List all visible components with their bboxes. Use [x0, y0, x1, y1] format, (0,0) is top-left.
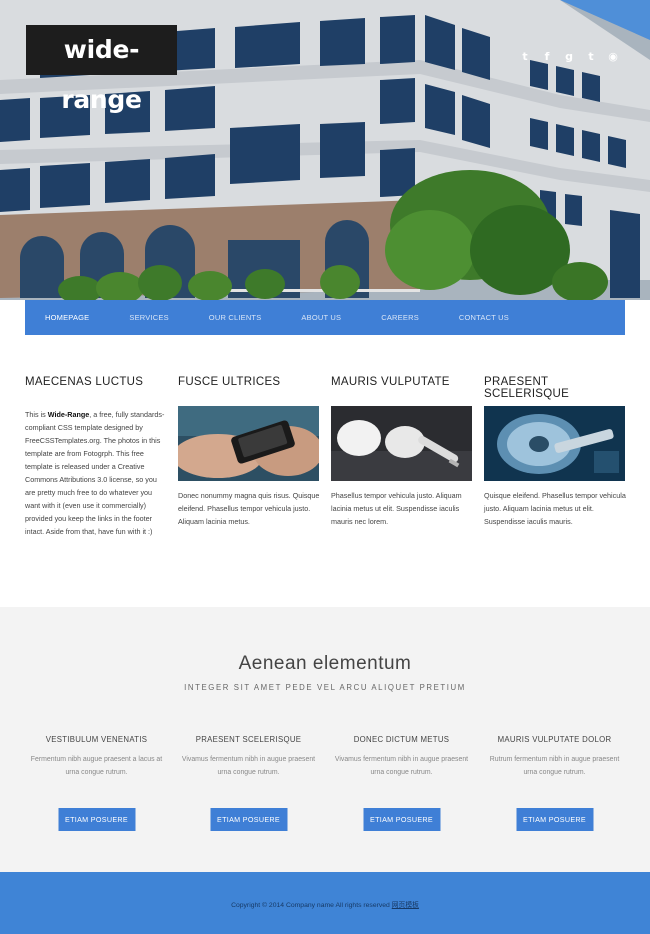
hero-banner: wide-range t f g t ◉	[0, 0, 650, 300]
twitter-icon[interactable]: t	[518, 50, 532, 64]
service-title: Donec dictum metus	[353, 735, 450, 744]
service-text: Vivamus fermentum nibh in augue praesent…	[181, 756, 316, 776]
nav-item-careers[interactable]: Careers	[361, 300, 439, 335]
etiam-posuere-button[interactable]: Etiam posuere	[363, 808, 440, 831]
service-title: Vestibulum venenatis	[45, 735, 148, 744]
copyright-text: Copyright © 2014 Company name All rights…	[231, 902, 419, 909]
service-title: Mauris vulputate dolor	[497, 735, 612, 744]
intro-heading: Maecenas luctus	[25, 376, 144, 388]
etiam-posuere-button[interactable]: Etiam posuere	[210, 808, 287, 831]
service-text: Fermentum nibh augue praesent a lacus at…	[30, 756, 163, 776]
nav-item-homepage[interactable]: Homepage	[25, 300, 109, 335]
service-box: Vestibulum venenatis Fermentum nibh augu…	[20, 735, 173, 831]
service-box: Praesent scelerisque Vivamus fermentum n…	[172, 735, 325, 831]
main-nav: Homepage Services Our Clients About Us C…	[25, 300, 625, 335]
rss-icon[interactable]: ◉	[606, 50, 620, 64]
hard-drive-image[interactable]	[484, 406, 625, 481]
social-icons: t f g t ◉	[518, 50, 620, 64]
service-box: Mauris vulputate dolor Rutrum fermentum …	[478, 735, 631, 831]
nav-item-about-us[interactable]: About Us	[281, 300, 361, 335]
service-text: Vivamus fermentum nibh in augue praesent…	[334, 756, 469, 776]
service-text: Rutrum fermentum nibh in augue praesent …	[489, 756, 620, 776]
nav-item-our-clients[interactable]: Our Clients	[189, 300, 282, 335]
service-title: Praesent scelerisque	[195, 735, 302, 744]
band-subtitle: Integer sit amet pede vel arcu aliquet p…	[184, 683, 466, 692]
services-band: Aenean elementum Integer sit amet pede v…	[0, 607, 650, 872]
etiam-posuere-button[interactable]: Etiam posuere	[58, 808, 135, 831]
tumblr-icon[interactable]: t	[584, 50, 598, 64]
etiam-posuere-button[interactable]: Etiam posuere	[516, 808, 593, 831]
band-title: Aenean elementum	[238, 653, 412, 674]
intro-column: Maecenas luctus This is Wide-Range, a fr…	[25, 376, 167, 538]
feature-heading: Praesent scelerisque	[484, 376, 570, 400]
service-box: Donec dictum metus Vivamus fermentum nib…	[325, 735, 478, 831]
nav-item-services[interactable]: Services	[109, 300, 188, 335]
footer: Copyright © 2014 Company name All rights…	[0, 872, 650, 934]
footer-link[interactable]: 网页模板	[392, 902, 419, 909]
phone-image[interactable]	[178, 406, 319, 481]
site-logo[interactable]: wide-range	[26, 25, 177, 114]
feature-heading: Mauris vulputate	[331, 376, 450, 388]
feature-column: Fusce ultrices Donec nonummy magna quis …	[178, 376, 320, 528]
feature-text: Quisque eleifend. Phasellus tempor vehic…	[484, 491, 626, 526]
feature-heading: Fusce ultrices	[178, 376, 281, 388]
feature-column: Mauris vulputate Phasellus tempor vehicu…	[331, 376, 473, 528]
feature-column: Praesent scelerisque Quisque eleifend. P…	[484, 376, 626, 528]
intro-text: This is Wide-Range, a free, fully standa…	[25, 410, 165, 536]
earbuds-image[interactable]	[331, 406, 472, 481]
google-plus-icon[interactable]: g	[562, 50, 576, 64]
nav-item-contact-us[interactable]: Contact Us	[439, 300, 529, 335]
feature-text: Donec nonummy magna quis risus. Quisque …	[178, 491, 320, 526]
feature-text: Phasellus tempor vehicula justo. Aliquam…	[331, 491, 462, 526]
facebook-icon[interactable]: f	[540, 50, 554, 64]
